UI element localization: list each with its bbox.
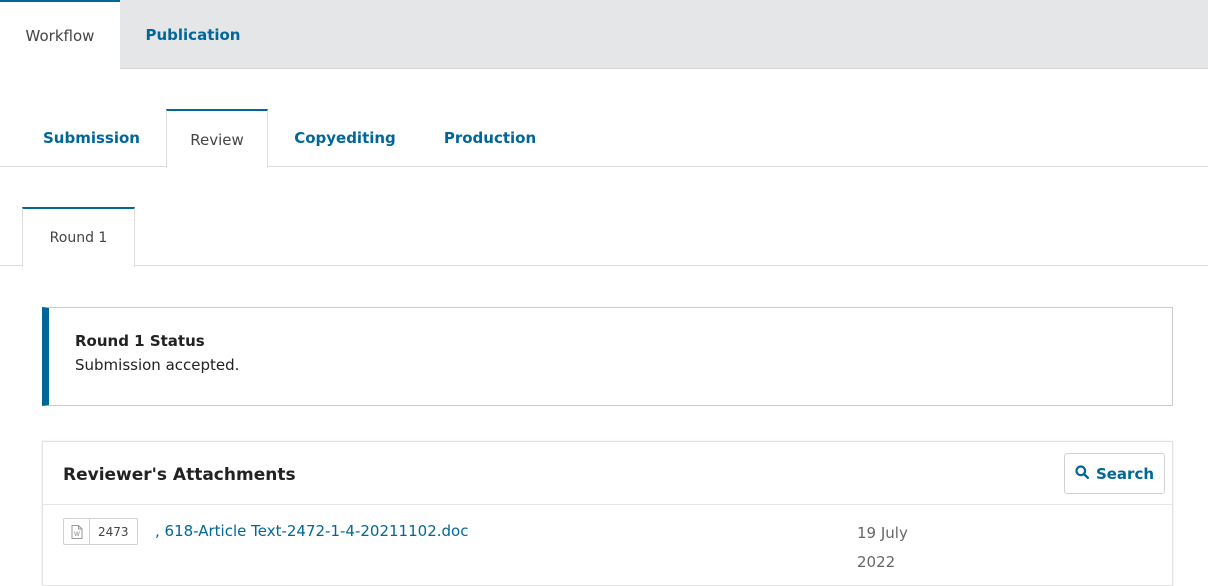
search-icon <box>1075 464 1089 483</box>
svg-text:W: W <box>74 531 80 538</box>
search-button-label: Search <box>1095 464 1155 483</box>
round-status-box: Round 1 Status Submission accepted. <box>42 307 1173 406</box>
tab-workflow[interactable]: Workflow <box>0 0 120 70</box>
table-row: W 2473 , 618-Article Text-2472-1-4-20211… <box>43 505 1172 585</box>
attachments-header: Reviewer's Attachments Search <box>43 442 1172 505</box>
file-link[interactable]: , 618-Article Text-2472-1-4-20211102.doc <box>155 522 468 540</box>
tab-production[interactable]: Production <box>428 109 552 167</box>
status-title: Round 1 Status <box>75 332 205 350</box>
status-text: Submission accepted. <box>75 356 240 374</box>
attachments-title: Reviewer's Attachments <box>63 465 296 485</box>
round-tab-bar: Round 1 <box>0 207 1208 267</box>
file-badge: W 2473 <box>63 518 138 545</box>
top-tab-bar: Workflow Publication <box>0 0 1208 70</box>
stage-tab-bar: Submission Review Copyediting Production <box>0 109 1208 168</box>
tab-submission[interactable]: Submission <box>28 109 155 167</box>
tab-round-1[interactable]: Round 1 <box>22 207 135 267</box>
file-id: 2473 <box>98 524 129 539</box>
search-button[interactable]: Search <box>1064 453 1165 494</box>
tab-copyediting[interactable]: Copyediting <box>280 109 410 167</box>
tab-review[interactable]: Review <box>166 109 268 168</box>
tab-publication[interactable]: Publication <box>120 0 266 69</box>
document-icon: W <box>64 519 90 544</box>
reviewer-attachments-panel: Reviewer's Attachments Search W 2473 , 6 <box>42 441 1173 586</box>
file-date: 19 July 2022 <box>857 524 908 571</box>
